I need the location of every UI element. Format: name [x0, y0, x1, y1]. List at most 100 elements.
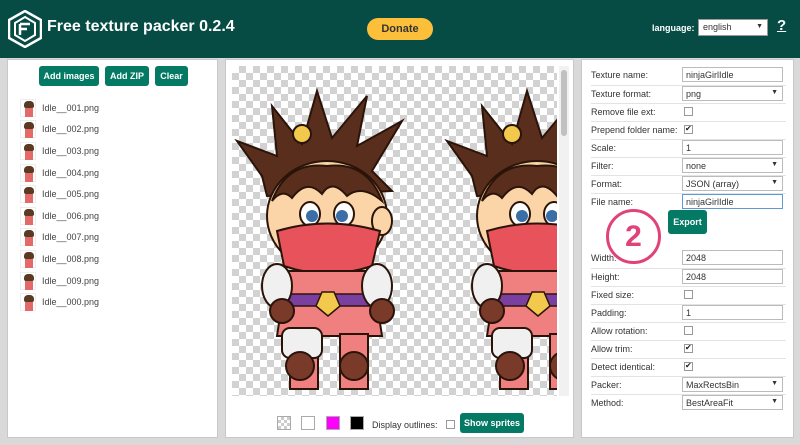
white-background-swatch[interactable]: [301, 416, 315, 430]
method-value: BestAreaFit: [686, 398, 734, 408]
padding-input[interactable]: 1: [682, 305, 783, 320]
sprite-thumbnail: [20, 249, 36, 268]
file-list-item[interactable]: Idle__008.png: [20, 248, 99, 270]
sprite-thumbnail: [20, 271, 36, 290]
scale-input[interactable]: 1: [682, 140, 783, 155]
preview-panel: Display outlines: Show sprites: [225, 59, 574, 438]
chevron-down-icon: ▼: [771, 89, 778, 96]
sprite-preview-image: [234, 87, 557, 390]
width-input[interactable]: 2048: [682, 250, 783, 265]
top-bar: Free texture packer 0.2.4 Donate languag…: [0, 0, 800, 58]
sprite-thumbnail: [20, 141, 36, 160]
file-name: Idle__000.png: [42, 297, 100, 308]
sprite-thumbnail: [20, 163, 36, 182]
method-select[interactable]: BestAreaFit ▼: [682, 395, 783, 410]
clear-button[interactable]: Clear: [155, 66, 188, 86]
scale-row: Scale: 1: [591, 140, 791, 156]
allow-trim-checkbox[interactable]: [684, 343, 693, 353]
file-name: Idle__008.png: [42, 253, 100, 264]
chevron-down-icon: ▼: [756, 23, 763, 30]
transparent-background-swatch[interactable]: [277, 416, 291, 430]
magenta-background-swatch[interactable]: [326, 416, 340, 430]
file-list-item[interactable]: Idle__004.png: [20, 162, 99, 184]
sprite-thumbnail: [20, 185, 36, 204]
sprite-thumbnail: [20, 120, 36, 139]
remove-file-ext-checkbox[interactable]: [684, 107, 693, 116]
packer-row: Packer: MaxRectsBin ▼: [591, 377, 791, 393]
help-button[interactable]: ?: [777, 17, 786, 34]
height-input[interactable]: 2048: [682, 269, 783, 284]
file-list-item[interactable]: Idle__009.png: [20, 270, 99, 292]
detect-identical-row: Detect identical:: [591, 359, 791, 375]
detect-identical-checkbox[interactable]: [684, 361, 693, 371]
allow-rotation-row: Allow rotation:: [591, 323, 791, 339]
file-name-label: File name:: [591, 197, 634, 207]
sprite-preview-canvas[interactable]: [232, 66, 557, 396]
file-name: Idle__007.png: [42, 232, 100, 243]
app-logo-icon: [8, 10, 42, 48]
sprite-thumbnail: [20, 293, 36, 312]
language-label: language:: [652, 23, 695, 33]
texture-format-value: png: [686, 89, 702, 99]
black-background-swatch[interactable]: [350, 416, 364, 430]
format-select[interactable]: JSON (array) ▼: [682, 176, 783, 191]
vertical-scrollbar[interactable]: [559, 66, 569, 396]
file-list-item[interactable]: Idle__006.png: [20, 205, 99, 227]
filter-select[interactable]: none ▼: [682, 158, 783, 173]
allow-trim-label: Allow trim:: [591, 344, 633, 354]
export-button[interactable]: Export: [668, 210, 707, 234]
allow-trim-row: Allow trim:: [591, 341, 791, 357]
file-name: Idle__004.png: [42, 167, 100, 178]
file-list-item[interactable]: Idle__002.png: [20, 119, 99, 141]
fixed-size-label: Fixed size:: [591, 290, 635, 300]
texture-format-row: Texture format: png ▼: [591, 86, 791, 102]
padding-label: Padding:: [591, 308, 627, 318]
height-row: Height: 2048: [591, 269, 791, 285]
file-list-item[interactable]: Idle__005.png: [20, 183, 99, 205]
method-row: Method: BestAreaFit ▼: [591, 395, 791, 411]
fixed-size-checkbox[interactable]: [684, 290, 693, 299]
add-zip-button[interactable]: Add ZIP: [105, 66, 149, 86]
chevron-down-icon: ▼: [771, 161, 778, 168]
padding-row: Padding: 1: [591, 305, 791, 321]
format-row: Format: JSON (array) ▼: [591, 176, 791, 192]
packer-label: Packer:: [591, 380, 622, 390]
prepend-folder-checkbox[interactable]: [684, 124, 693, 134]
file-list-item[interactable]: Idle__000.png: [20, 291, 99, 313]
language-select[interactable]: english ▼: [698, 19, 768, 36]
format-value: JSON (array): [686, 179, 740, 189]
display-outlines-checkbox[interactable]: [446, 420, 455, 429]
sprite-thumbnail: [20, 98, 36, 117]
method-label: Method:: [591, 398, 624, 408]
file-name-row: File name: ninjaGirlIdle: [591, 194, 791, 210]
display-outlines-label: Display outlines:: [372, 420, 438, 430]
show-sprites-button[interactable]: Show sprites: [460, 413, 524, 433]
file-list: Idle__001.png Idle__002.png Idle__003.png I…: [20, 97, 99, 313]
donate-button[interactable]: Donate: [367, 18, 433, 40]
file-list-item[interactable]: Idle__007.png: [20, 227, 99, 249]
chevron-down-icon: ▼: [771, 380, 778, 387]
filter-row: Filter: none ▼: [591, 158, 791, 174]
file-list-item[interactable]: Idle__001.png: [20, 97, 99, 119]
step-annotation-badge: 2: [606, 209, 661, 264]
texture-format-label: Texture format:: [591, 89, 652, 99]
add-images-button[interactable]: Add images: [39, 66, 99, 86]
file-name-input[interactable]: ninjaGirlIdle: [682, 194, 783, 209]
sprite-thumbnail: [20, 228, 36, 247]
filter-value: none: [686, 161, 707, 171]
language-value: english: [703, 22, 732, 32]
file-name: Idle__003.png: [42, 145, 100, 156]
scale-label: Scale:: [591, 143, 617, 153]
allow-rotation-checkbox[interactable]: [684, 326, 693, 335]
format-label: Format:: [591, 179, 623, 189]
remove-file-ext-row: Remove file ext:: [591, 104, 791, 120]
allow-rotation-label: Allow rotation:: [591, 326, 648, 336]
chevron-down-icon: ▼: [771, 179, 778, 186]
fixed-size-row: Fixed size:: [591, 287, 791, 303]
file-name: Idle__006.png: [42, 210, 100, 221]
file-list-item[interactable]: Idle__003.png: [20, 140, 99, 162]
images-panel: Add images Add ZIP Clear Idle__001.png Id…: [7, 59, 218, 438]
packer-select[interactable]: MaxRectsBin ▼: [682, 377, 783, 392]
texture-name-input[interactable]: ninjaGirlIdle: [682, 67, 783, 82]
texture-format-select[interactable]: png ▼: [682, 86, 783, 101]
